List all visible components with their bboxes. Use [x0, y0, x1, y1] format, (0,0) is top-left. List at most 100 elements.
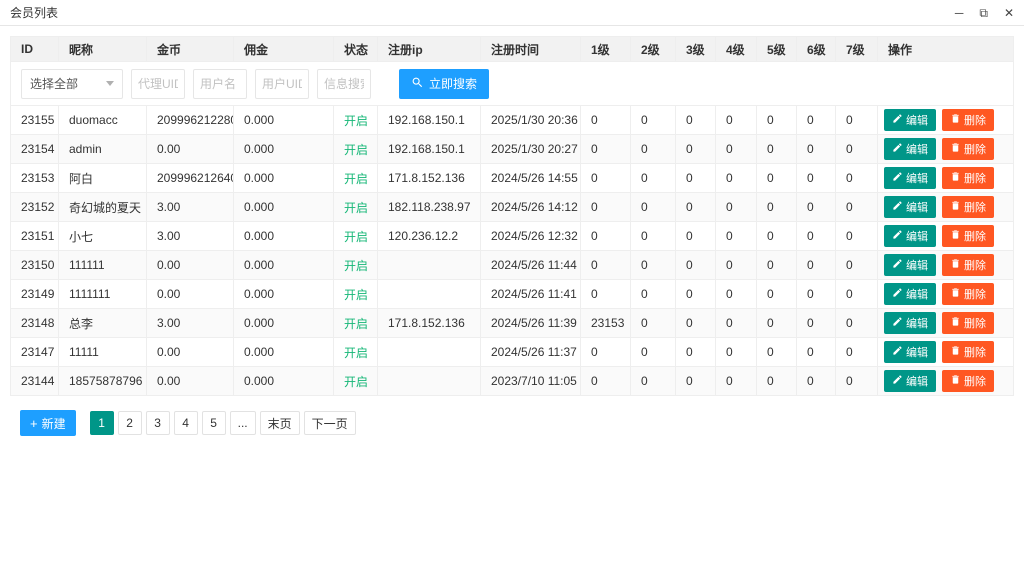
cell-gold: 3.00	[147, 193, 234, 222]
delete-button[interactable]: 删除	[942, 109, 994, 131]
edit-icon	[892, 316, 903, 330]
edit-icon	[892, 287, 903, 301]
cell-l3: 0	[676, 338, 716, 367]
cell-time: 2024/5/26 12:32	[481, 222, 581, 251]
delete-icon	[950, 171, 961, 185]
maximize-icon[interactable]: ⧉	[979, 7, 988, 19]
edit-icon	[892, 345, 903, 359]
edit-button[interactable]: 编辑	[884, 254, 936, 276]
page-button-4[interactable]: 4	[174, 411, 198, 435]
cell-status: 开启	[334, 251, 378, 280]
cell-l2: 0	[631, 106, 676, 135]
cell-gold: 3.00	[147, 222, 234, 251]
page-button-3[interactable]: 3	[146, 411, 170, 435]
edit-button[interactable]: 编辑	[884, 109, 936, 131]
cell-l2: 0	[631, 309, 676, 338]
cell-nickname: 阿白	[59, 164, 147, 193]
delete-button[interactable]: 删除	[942, 283, 994, 305]
cell-id: 23153	[11, 164, 59, 193]
cell-status: 开启	[334, 338, 378, 367]
cell-ip	[378, 338, 481, 367]
cell-l1: 23153	[581, 309, 631, 338]
delete-icon	[950, 200, 961, 214]
username-input[interactable]	[193, 69, 247, 99]
cell-time: 2023/7/10 11:05	[481, 367, 581, 396]
cell-gold: 3.00	[147, 309, 234, 338]
table-body: 23155duomacc209996212280.000.000开启192.16…	[11, 106, 1014, 396]
cell-l4: 0	[716, 251, 757, 280]
delete-button[interactable]: 删除	[942, 254, 994, 276]
cell-time: 2024/5/26 14:12	[481, 193, 581, 222]
column-header-11: 5级	[757, 37, 797, 62]
delete-button[interactable]: 删除	[942, 196, 994, 218]
filter-select[interactable]: 选择全部	[21, 69, 123, 99]
cell-commission: 0.000	[234, 280, 334, 309]
column-header-12: 6级	[797, 37, 836, 62]
cell-id: 23144	[11, 367, 59, 396]
cell-l5: 0	[757, 251, 797, 280]
cell-commission: 0.000	[234, 135, 334, 164]
delete-button[interactable]: 删除	[942, 167, 994, 189]
cell-id: 23152	[11, 193, 59, 222]
minimize-icon[interactable]: ─	[955, 7, 964, 19]
cell-ip	[378, 280, 481, 309]
cell-l7: 0	[836, 222, 878, 251]
edit-button[interactable]: 编辑	[884, 225, 936, 247]
table-row: 2314911111110.000.000开启2024/5/26 11:4100…	[11, 280, 1014, 309]
delete-button[interactable]: 删除	[942, 225, 994, 247]
page-button-5[interactable]: 5	[202, 411, 226, 435]
page-button-1[interactable]: 1	[90, 411, 114, 435]
delete-button[interactable]: 删除	[942, 341, 994, 363]
column-header-10: 4级	[716, 37, 757, 62]
search-button[interactable]: 立即搜索	[399, 69, 489, 99]
last-page-button[interactable]: 末页	[260, 411, 300, 435]
user-uid-input[interactable]	[255, 69, 309, 99]
page-button-2[interactable]: 2	[118, 411, 142, 435]
cell-commission: 0.000	[234, 309, 334, 338]
column-header-1: 昵称	[59, 37, 147, 62]
member-list-panel: ID昵称金币佣金状态注册ip注册时间1级2级3级4级5级6级7级操作 选择全部	[0, 26, 1024, 446]
cell-l4: 0	[716, 338, 757, 367]
cell-nickname: 小七	[59, 222, 147, 251]
cell-nickname: 18575878796	[59, 367, 147, 396]
cell-actions: 编辑删除	[878, 367, 1014, 396]
cell-l5: 0	[757, 164, 797, 193]
edit-button[interactable]: 编辑	[884, 138, 936, 160]
edit-button[interactable]: 编辑	[884, 341, 936, 363]
table-row: 23154admin0.000.000开启192.168.150.12025/1…	[11, 135, 1014, 164]
delete-icon	[950, 345, 961, 359]
cell-l2: 0	[631, 135, 676, 164]
cell-commission: 0.000	[234, 164, 334, 193]
page-ellipsis[interactable]: ...	[230, 411, 256, 435]
cell-l6: 0	[797, 193, 836, 222]
cell-l4: 0	[716, 222, 757, 251]
delete-button[interactable]: 删除	[942, 370, 994, 392]
cell-actions: 编辑删除	[878, 193, 1014, 222]
cell-l4: 0	[716, 106, 757, 135]
next-page-button[interactable]: 下一页	[304, 411, 356, 435]
column-header-3: 佣金	[234, 37, 334, 62]
edit-button[interactable]: 编辑	[884, 312, 936, 334]
close-icon[interactable]: ✕	[1004, 7, 1014, 19]
edit-button[interactable]: 编辑	[884, 167, 936, 189]
agent-uid-input[interactable]	[131, 69, 185, 99]
edit-button[interactable]: 编辑	[884, 370, 936, 392]
delete-button[interactable]: 删除	[942, 138, 994, 160]
edit-button[interactable]: 编辑	[884, 283, 936, 305]
column-header-9: 3级	[676, 37, 716, 62]
cell-l5: 0	[757, 367, 797, 396]
cell-l7: 0	[836, 367, 878, 396]
cell-l6: 0	[797, 280, 836, 309]
new-button[interactable]: + 新建	[20, 410, 76, 436]
cell-id: 23147	[11, 338, 59, 367]
titlebar: 会员列表 ─ ⧉ ✕	[0, 0, 1024, 26]
info-search-input[interactable]	[317, 69, 371, 99]
cell-id: 23148	[11, 309, 59, 338]
cell-l3: 0	[676, 222, 716, 251]
delete-button[interactable]: 删除	[942, 312, 994, 334]
cell-gold: 0.00	[147, 280, 234, 309]
cell-id: 23151	[11, 222, 59, 251]
edit-button[interactable]: 编辑	[884, 196, 936, 218]
cell-actions: 编辑删除	[878, 106, 1014, 135]
table-row: 231501111110.000.000开启2024/5/26 11:44000…	[11, 251, 1014, 280]
